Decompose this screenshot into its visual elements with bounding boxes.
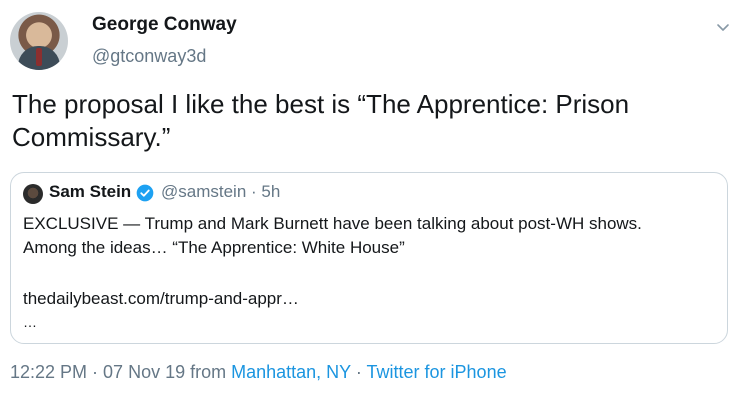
quoted-text: EXCLUSIVE — Trump and Mark Burnett have … bbox=[23, 212, 723, 260]
quoted-link[interactable]: thedailybeast.com/trump-and-appr… bbox=[23, 289, 299, 309]
verified-badge-icon bbox=[136, 184, 154, 202]
location-link[interactable]: Manhattan, NY bbox=[231, 362, 351, 382]
quoted-text-line1: EXCLUSIVE — Trump and Mark Burnett have … bbox=[23, 214, 642, 233]
quoted-tweet-card[interactable]: Sam Stein @samstein · 5h EXCLUSIVE — Tru… bbox=[10, 172, 728, 344]
quoted-author-name: Sam Stein bbox=[49, 182, 132, 201]
author-handle[interactable]: @gtconway3d bbox=[92, 46, 206, 67]
client-link[interactable]: Twitter for iPhone bbox=[367, 362, 507, 382]
avatar-tie bbox=[36, 48, 42, 66]
quoted-avatar[interactable] bbox=[23, 184, 43, 204]
tweet-time-date: 12:22 PM · 07 Nov 19 from bbox=[10, 362, 232, 382]
meta-separator: · bbox=[350, 362, 367, 382]
tweet-meta: 12:22 PM · 07 Nov 19 from Manhattan, NY … bbox=[10, 362, 507, 383]
quoted-handle-time: @samstein · 5h bbox=[161, 182, 281, 201]
chevron-down-icon[interactable] bbox=[716, 20, 730, 34]
author-avatar[interactable] bbox=[10, 12, 68, 70]
tweet-text: The proposal I like the best is “The App… bbox=[12, 89, 630, 152]
quoted-text-line2: Among the ideas… “The Apprentice: White … bbox=[23, 238, 405, 257]
author-name[interactable]: George Conway bbox=[92, 14, 237, 36]
quoted-ellipsis: … bbox=[23, 314, 37, 330]
